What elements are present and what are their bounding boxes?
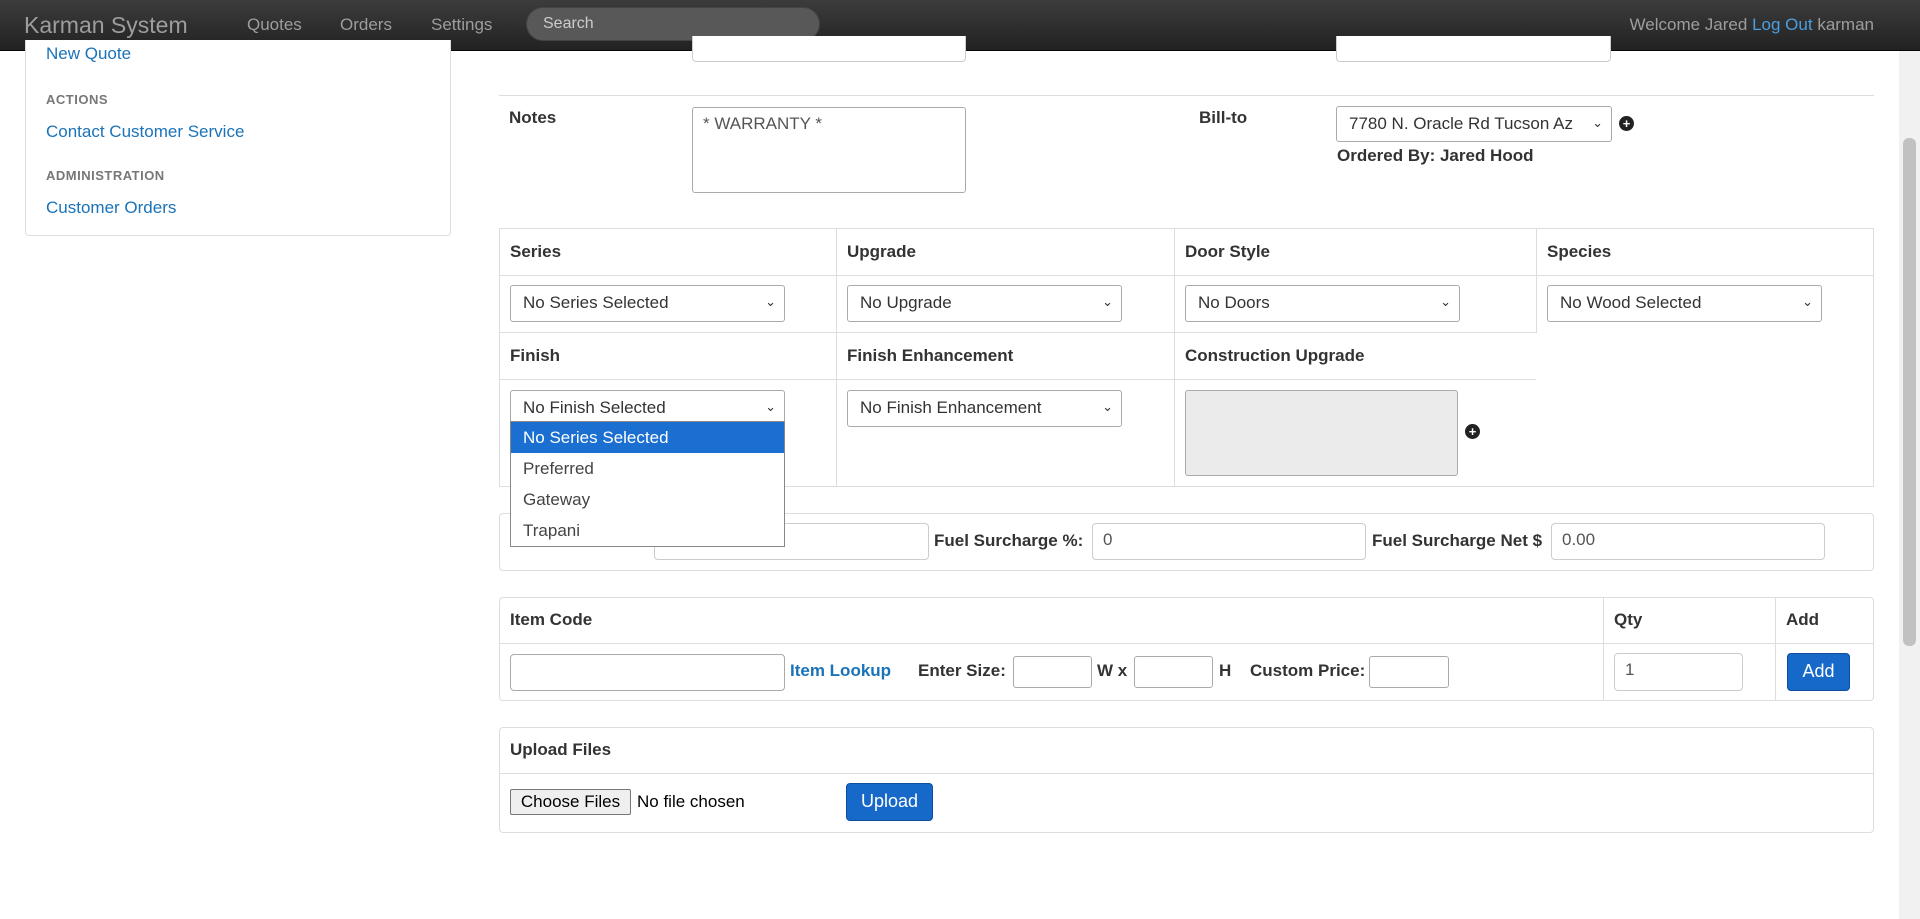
add-billto-icon[interactable]: + — [1619, 116, 1634, 131]
height-unit-label: H — [1219, 661, 1232, 680]
grid-divider — [499, 275, 1874, 276]
construction-upgrade-label: Construction Upgrade — [1185, 346, 1365, 365]
nav-orders[interactable]: Orders — [340, 15, 392, 35]
notes-textarea[interactable]: * WARRANTY * — [692, 107, 966, 193]
brand-logo[interactable]: Karman System — [24, 12, 188, 39]
upload-title: Upload Files — [510, 740, 612, 759]
door-style-label: Door Style — [1185, 242, 1271, 261]
chevron-down-icon: ⌄ — [1102, 294, 1113, 309]
qty-label: Qty — [1614, 610, 1643, 629]
qty-input[interactable]: 1 — [1614, 653, 1743, 691]
grid-divider — [499, 379, 1536, 380]
username-text: karman — [1817, 15, 1874, 34]
custom-price-label: Custom Price: — [1250, 661, 1366, 680]
nav-settings[interactable]: Settings — [431, 15, 492, 35]
scrollbar-thumb[interactable] — [1903, 138, 1916, 646]
upload-divider — [499, 773, 1874, 774]
fuel-pct-label: Fuel Surcharge %: — [934, 531, 1084, 550]
top-field-left[interactable] — [692, 36, 966, 62]
enter-size-label: Enter Size: — [918, 661, 1006, 680]
fuel-net-label: Fuel Surcharge Net $ — [1372, 531, 1543, 550]
ordered-by-text: Ordered By: Jared Hood — [1337, 146, 1534, 165]
billto-select[interactable]: 7780 N. Oracle Rd Tucson Az ⌄ — [1336, 106, 1612, 142]
sidebar-contact-service[interactable]: Contact Customer Service — [46, 122, 244, 142]
species-value: No Wood Selected — [1560, 293, 1702, 312]
item-code-label: Item Code — [510, 610, 593, 629]
sidebar-admin-heading: ADMINISTRATION — [46, 168, 165, 183]
chevron-down-icon: ⌄ — [1802, 294, 1813, 309]
width-unit-label: W x — [1097, 661, 1128, 680]
item-lookup-link[interactable]: Item Lookup — [790, 661, 891, 681]
upgrade-select[interactable]: No Upgrade ⌄ — [847, 285, 1122, 322]
construction-upgrade-list[interactable] — [1185, 390, 1458, 476]
series-label: Series — [510, 242, 562, 261]
chevron-down-icon: ⌄ — [1440, 294, 1451, 309]
dropdown-option[interactable]: No Series Selected — [511, 422, 784, 453]
notes-label: Notes — [509, 108, 557, 127]
item-divider — [1603, 597, 1604, 701]
fuel-pct-input[interactable]: 0 — [1092, 523, 1366, 560]
finish-value: No Finish Selected — [523, 398, 666, 417]
welcome-text: Welcome Jared — [1629, 15, 1748, 34]
custom-price-input[interactable] — [1369, 656, 1449, 688]
series-select[interactable]: No Series Selected ⌄ — [510, 285, 785, 322]
species-select[interactable]: No Wood Selected ⌄ — [1547, 285, 1822, 322]
finish-enhancement-value: No Finish Enhancement — [860, 398, 1042, 417]
add-label: Add — [1786, 610, 1820, 629]
chevron-down-icon: ⌄ — [1592, 115, 1603, 130]
no-file-text: No file chosen — [637, 792, 745, 811]
choose-files-button[interactable]: Choose Files — [510, 789, 631, 815]
chevron-down-icon: ⌄ — [765, 399, 776, 414]
upload-button[interactable]: Upload — [846, 783, 933, 821]
dropdown-option[interactable]: Gateway — [511, 484, 784, 515]
item-divider — [499, 643, 1874, 644]
chevron-down-icon: ⌄ — [765, 294, 776, 309]
sidebar-actions-heading: ACTIONS — [46, 92, 108, 107]
finish-enhancement-select[interactable]: No Finish Enhancement ⌄ — [847, 390, 1122, 427]
sidebar-new-quote[interactable]: New Quote — [46, 44, 131, 64]
finish-label: Finish — [510, 346, 561, 365]
door-style-select[interactable]: No Doors ⌄ — [1185, 285, 1460, 322]
sidebar-panel: New Quote ACTIONS Contact Customer Servi… — [25, 40, 451, 236]
top-field-right[interactable] — [1336, 36, 1611, 62]
dropdown-option[interactable]: Trapani — [511, 515, 784, 546]
add-item-button[interactable]: Add — [1787, 653, 1850, 691]
series-value: No Series Selected — [523, 293, 669, 312]
dropdown-option[interactable]: Preferred — [511, 453, 784, 484]
finish-select[interactable]: No Finish Selected ⌄ — [510, 390, 785, 425]
user-greeting: Welcome Jared Log Out karman — [1630, 15, 1874, 35]
upgrade-value: No Upgrade — [860, 293, 952, 312]
divider — [499, 95, 1874, 96]
species-label: Species — [1547, 242, 1612, 261]
logout-link[interactable]: Log Out — [1752, 15, 1813, 34]
item-divider — [1775, 597, 1776, 701]
fuel-net-input[interactable]: 0.00 — [1551, 523, 1825, 560]
grid-divider — [1174, 228, 1175, 487]
door-style-value: No Doors — [1198, 293, 1270, 312]
sidebar-customer-orders[interactable]: Customer Orders — [46, 198, 176, 218]
upload-panel — [499, 727, 1874, 833]
finish-enhancement-label: Finish Enhancement — [847, 346, 1014, 365]
grid-divider — [836, 228, 837, 487]
chevron-down-icon: ⌄ — [1102, 399, 1113, 414]
height-input[interactable] — [1134, 656, 1213, 688]
billto-value: 7780 N. Oracle Rd Tucson Az — [1349, 114, 1573, 133]
series-dropdown-list: No Series Selected Preferred Gateway Tra… — [510, 421, 785, 547]
item-code-input[interactable] — [510, 654, 785, 691]
add-construction-icon[interactable]: + — [1465, 424, 1480, 439]
upgrade-label: Upgrade — [847, 242, 916, 261]
grid-divider — [499, 332, 1536, 333]
width-input[interactable] — [1013, 656, 1092, 688]
grid-divider — [1536, 228, 1537, 333]
billto-label: Bill-to — [1199, 108, 1248, 127]
nav-quotes[interactable]: Quotes — [247, 15, 302, 35]
